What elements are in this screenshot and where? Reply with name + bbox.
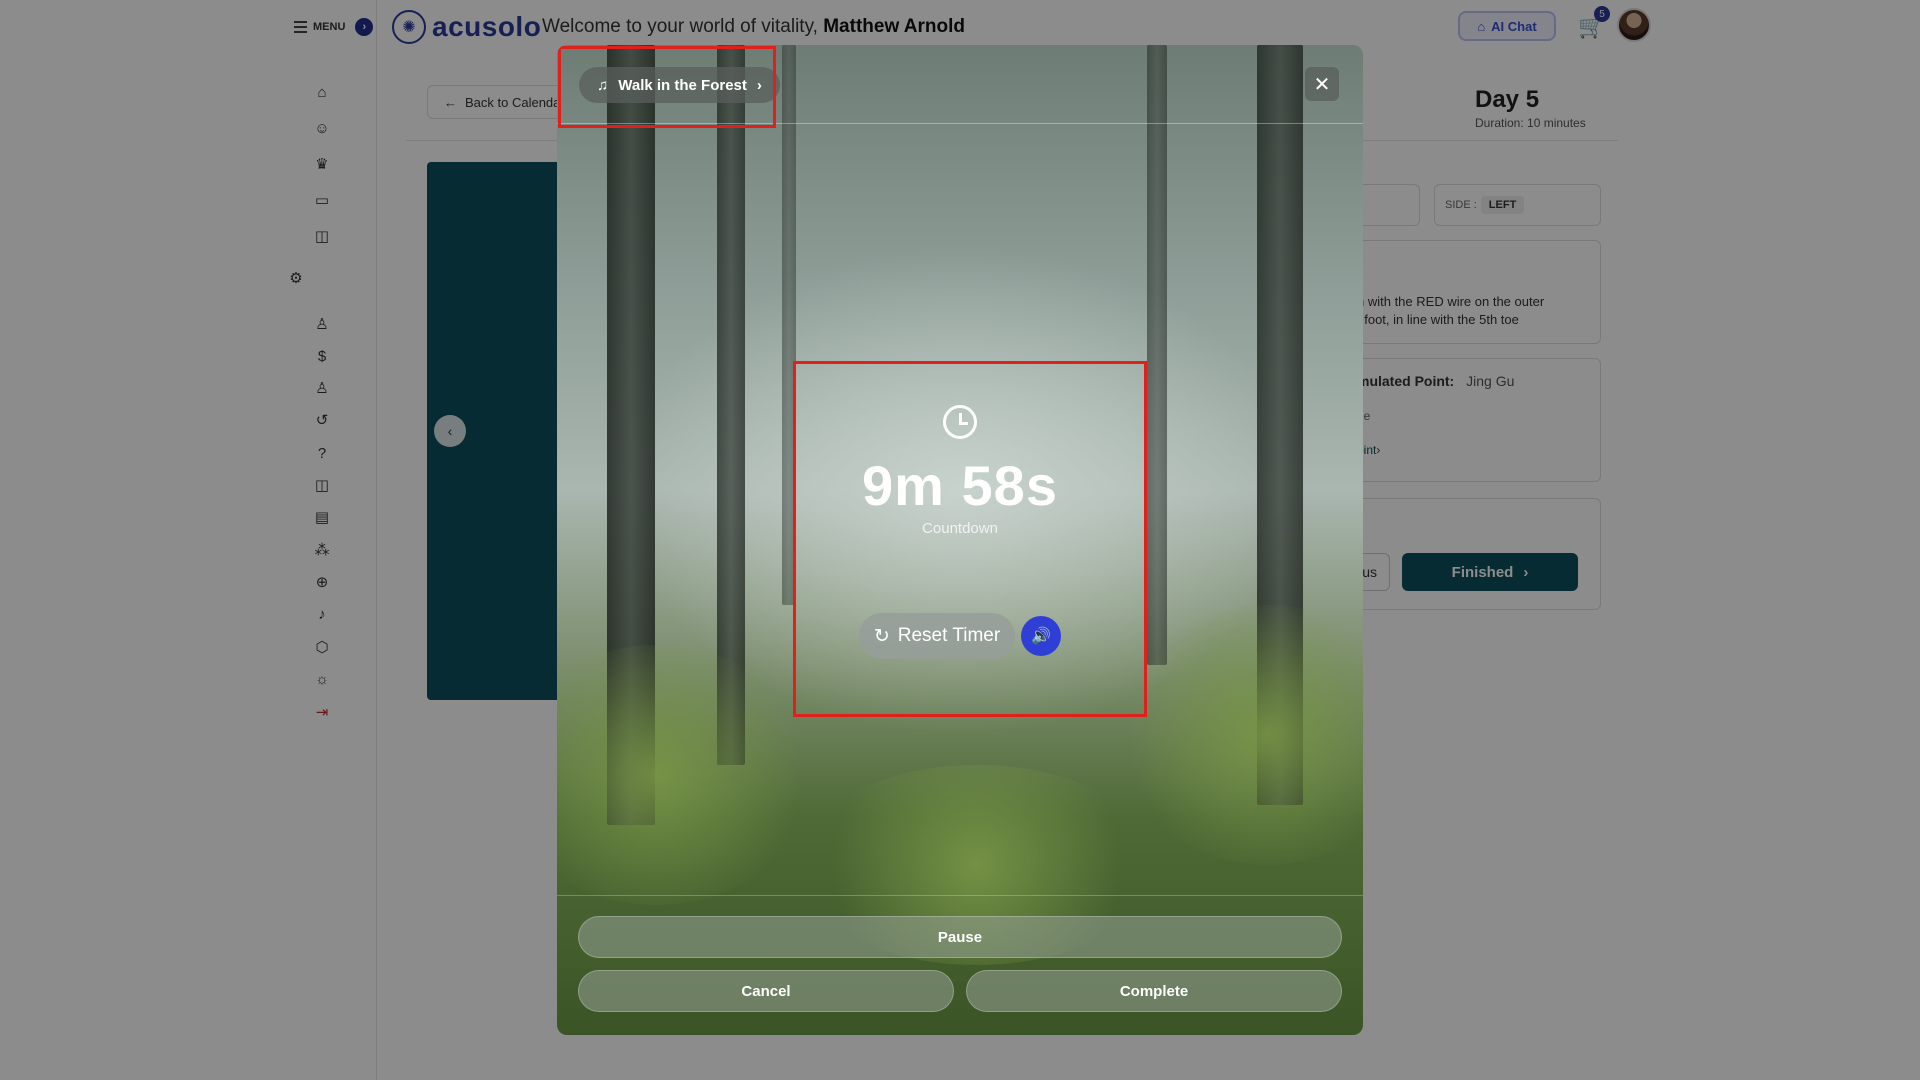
cancel-button[interactable]: Cancel xyxy=(578,970,954,1012)
close-icon: ✕ xyxy=(1313,73,1331,96)
highlight-box xyxy=(793,361,1147,717)
complete-button[interactable]: Complete xyxy=(966,970,1342,1012)
modal-footer-divider xyxy=(557,895,1363,896)
meditation-modal: ♫ Walk in the Forest › ✕ 9m 58s Countdow… xyxy=(557,45,1363,1035)
cancel-label: Cancel xyxy=(741,982,791,1000)
fern-foliage xyxy=(557,645,817,905)
highlight-box xyxy=(558,46,776,128)
pause-label: Pause xyxy=(937,928,983,946)
close-button[interactable]: ✕ xyxy=(1305,67,1339,101)
complete-label: Complete xyxy=(1119,982,1189,1000)
pause-button[interactable]: Pause xyxy=(578,916,1342,958)
tree-trunk xyxy=(1147,45,1167,665)
